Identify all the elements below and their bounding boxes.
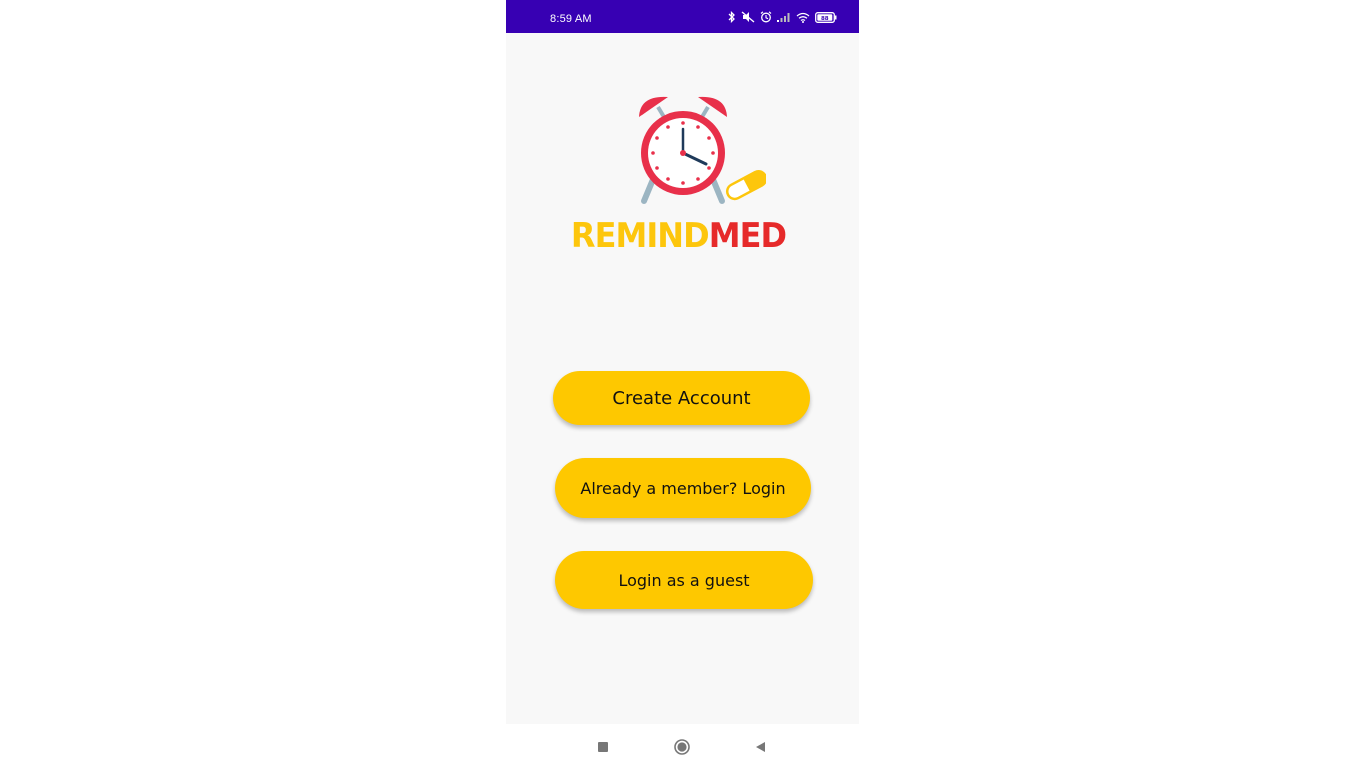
alarm-clock-pill-icon xyxy=(639,96,766,204)
svg-text:88: 88 xyxy=(821,16,829,22)
create-account-button[interactable]: Create Account xyxy=(553,371,810,425)
app-logo: REMINDMED xyxy=(506,90,859,265)
app-logo-text: REMINDMED xyxy=(513,216,845,256)
recents-icon[interactable] xyxy=(595,739,611,755)
alarm-icon xyxy=(760,11,772,23)
login-button[interactable]: Already a member? Login xyxy=(555,458,811,518)
mute-icon xyxy=(741,11,755,23)
navigation-bar xyxy=(506,724,859,768)
bluetooth-icon xyxy=(728,11,735,23)
guest-login-button[interactable]: Login as a guest xyxy=(555,551,813,609)
status-bar: 8:59 AM 88 xyxy=(506,0,859,33)
wifi-icon xyxy=(796,12,810,23)
status-icons: 88 xyxy=(728,10,837,24)
logo-text-med: MED xyxy=(708,216,787,256)
signal-icon xyxy=(777,13,790,22)
home-icon[interactable] xyxy=(674,739,690,755)
logo-text-remind: REMIND xyxy=(570,216,710,256)
back-icon[interactable] xyxy=(752,739,768,755)
battery-icon: 88 xyxy=(815,11,837,23)
phone-screen: 8:59 AM 88 REMINDMED Create Account Alre… xyxy=(506,0,859,768)
status-time: 8:59 AM xyxy=(550,13,592,25)
